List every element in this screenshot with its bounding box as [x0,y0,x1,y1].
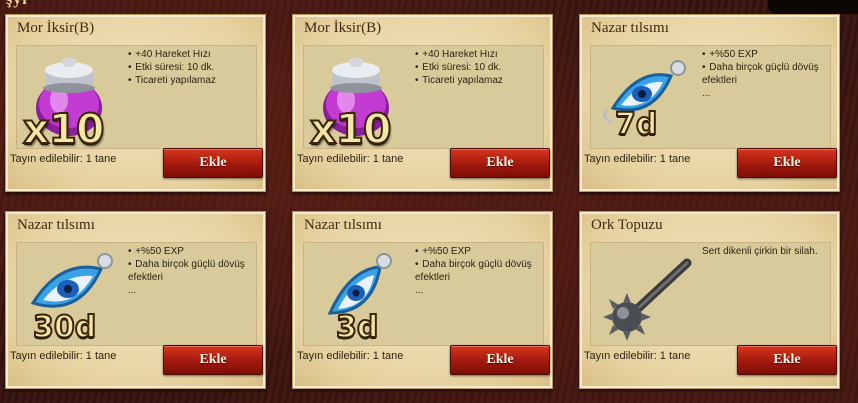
evil-eye-amulet-icon: 3d [306,245,414,345]
item-title: Nazar tılsımı [17,217,95,233]
spiked-mace-icon [593,245,701,343]
description-line: • Daha birçok güçlü dövüş efektleri [415,259,532,283]
description-line: • +%50 EXP [128,246,184,257]
item-description-list: • +%50 EXP • Daha birçok güçlü dövüş efe… [702,48,828,100]
shop-item-card-mor-iksir-2: Mor İksir(B) x10 • +40 Hareket Hızı • Et… [292,14,553,192]
duration-badge: 7d [614,107,658,142]
item-description-list: • +%50 EXP • Daha birçok güçlü dövüş efe… [415,245,541,297]
top-right-corner [768,0,858,14]
top-strip: şyı [0,0,858,14]
add-button[interactable]: Ekle [450,345,550,375]
description-line: • +40 Hareket Hızı [128,49,211,60]
item-details-panel: x10 • +40 Hareket Hızı • Etki süresi: 10… [16,45,257,151]
description-line: • +%50 EXP [415,246,471,257]
quantity-badge: x10 [309,105,392,153]
description-line: ... [128,285,137,296]
page-heading-fragment: şyı [6,0,28,9]
assignable-count: Tayın edilebilir: 1 tane [10,350,117,362]
add-button[interactable]: Ekle [737,148,837,178]
item-title: Nazar tılsımı [591,20,669,36]
item-title: Nazar tılsımı [304,217,382,233]
evil-eye-amulet-icon: 7d [593,48,701,146]
item-title: Mor İksir(B) [17,20,95,36]
description-line: • Etki süresi: 10 dk. [128,62,215,73]
evil-eye-amulet-icon: 30d [19,245,127,345]
duration-badge: 30d [32,310,97,345]
add-button[interactable]: Ekle [163,148,263,178]
purple-potion-icon: x10 [306,48,414,151]
description-line: • +40 Hareket Hızı [415,49,498,60]
description-line: • Ticareti yapılamaz [128,75,216,86]
item-details-panel: 30d • +%50 EXP • Daha birçok güçlü dövüş… [16,242,257,346]
assignable-count: Tayın edilebilir: 1 tane [584,153,691,165]
add-button[interactable]: Ekle [163,345,263,375]
shop-item-card-nazar-7d: Nazar tılsımı 7d • +%50 EXP • Daha birço… [579,14,840,192]
add-button[interactable]: Ekle [450,148,550,178]
item-description-list: • +%50 EXP • Daha birçok güçlü dövüş efe… [128,245,254,297]
shop-item-card-nazar-30d: Nazar tılsımı 30d • +%50 EXP • Daha birç… [5,211,266,389]
quantity-badge: x10 [22,105,105,153]
item-details-panel: 7d • +%50 EXP • Daha birçok güçlü dövüş … [590,45,831,149]
assignable-count: Tayın edilebilir: 1 tane [584,350,691,362]
description-line: • Ticareti yapılamaz [415,75,503,86]
shop-item-card-mor-iksir-1: Mor İksir(B) x10 • +40 Hareket Hızı • Et… [5,14,266,192]
assignable-count: Tayın edilebilir: 1 tane [297,153,404,165]
assignable-count: Tayın edilebilir: 1 tane [10,153,117,165]
shop-item-card-nazar-3d: Nazar tılsımı 3d • +%50 EXP • Daha birço… [292,211,553,389]
assignable-count: Tayın edilebilir: 1 tane [297,350,404,362]
shop-item-card-ork-topuzu: Ork Topuzu Sert dikenli çirkin bir silah… [579,211,840,389]
item-description: Sert dikenli çirkin bir silah. [702,246,818,257]
purple-potion-icon: x10 [19,48,127,151]
description-line: • +%50 EXP [702,49,758,60]
description-line: ... [702,88,711,99]
description-line: • Etki süresi: 10 dk. [415,62,502,73]
item-details-panel: Sert dikenli çirkin bir silah. [590,242,831,346]
item-description-list: • +40 Hareket Hızı • Etki süresi: 10 dk.… [415,48,541,87]
description-line: ... [415,285,424,296]
description-line: • Daha birçok güçlü dövüş efektleri [128,259,245,283]
item-description-list: • +40 Hareket Hızı • Etki süresi: 10 dk.… [128,48,254,87]
item-title: Ork Topuzu [591,217,663,233]
description-line: • Daha birçok güçlü dövüş efektleri [702,62,819,86]
duration-badge: 3d [335,310,379,345]
add-button[interactable]: Ekle [737,345,837,375]
item-details-panel: 3d • +%50 EXP • Daha birçok güçlü dövüş … [303,242,544,346]
item-details-panel: x10 • +40 Hareket Hızı • Etki süresi: 10… [303,45,544,151]
item-title: Mor İksir(B) [304,20,382,36]
